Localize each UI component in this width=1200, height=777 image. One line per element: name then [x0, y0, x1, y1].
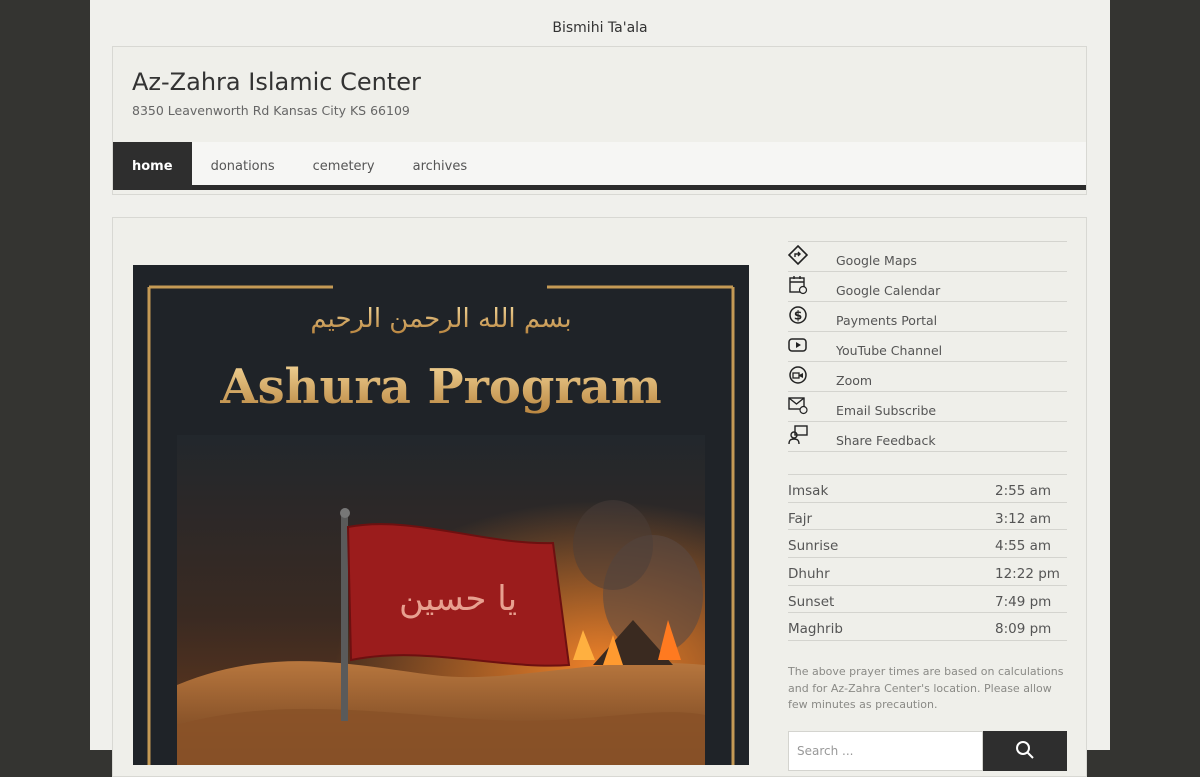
link-label: Google Maps	[836, 253, 917, 268]
prayer-row-dhuhr: Dhuhr 12:22 pm	[788, 558, 1067, 586]
prayer-name: Maghrib	[788, 621, 843, 638]
prayer-row-sunset: Sunset 7:49 pm	[788, 586, 1067, 614]
page: Bismihi Ta'ala Az-Zahra Islamic Center 8…	[90, 0, 1110, 777]
link-google-calendar[interactable]: Google Calendar	[788, 272, 1067, 302]
greeting-text: Bismihi Ta'ala	[552, 20, 648, 36]
prayer-time: 4:55 am	[995, 538, 1052, 555]
ashura-program-poster[interactable]: بسم الله الرحمن الرحيم Ashura Program يا…	[133, 265, 749, 765]
prayer-name: Dhuhr	[788, 566, 830, 583]
link-payments-portal[interactable]: $ Payments Portal	[788, 302, 1067, 332]
sidebar: Google Maps Google Calendar $ Payments P…	[788, 241, 1067, 771]
nav-item-home[interactable]: home	[113, 142, 192, 190]
link-label: YouTube Channel	[836, 343, 943, 358]
prayer-time: 8:09 pm	[995, 621, 1052, 638]
prayer-row-imsak: Imsak 2:55 am	[788, 475, 1067, 503]
email-icon	[788, 397, 808, 415]
quick-links-list: Google Maps Google Calendar $ Payments P…	[788, 241, 1067, 452]
link-zoom[interactable]: Zoom	[788, 362, 1067, 392]
prayer-name: Sunset	[788, 593, 835, 610]
prayer-name: Sunrise	[788, 538, 839, 555]
prayer-times-table: Imsak 2:55 am Fajr 3:12 am Sunrise 4:55 …	[788, 474, 1067, 642]
link-email-subscribe[interactable]: Email Subscribe	[788, 392, 1067, 422]
nav-item-cemetery[interactable]: cemetery	[294, 142, 394, 190]
link-label: Payments Portal	[836, 313, 938, 328]
prayer-row-maghrib: Maghrib 8:09 pm	[788, 613, 1067, 642]
prayer-row-fajr: Fajr 3:12 am	[788, 503, 1067, 531]
main-content: بسم الله الرحمن الرحيم Ashura Program يا…	[112, 217, 1087, 777]
feedback-icon	[788, 425, 808, 445]
prayer-time: 12:22 pm	[995, 566, 1060, 583]
map-directions-icon	[788, 245, 808, 265]
dollar-coin-icon: $	[789, 306, 807, 324]
prayer-time: 2:55 am	[995, 483, 1052, 499]
link-label: Google Calendar	[836, 283, 941, 298]
prayer-time: 7:49 pm	[995, 593, 1052, 610]
link-label: Share Feedback	[836, 433, 936, 448]
search-input[interactable]	[788, 731, 983, 771]
prayer-name: Imsak	[788, 483, 829, 499]
link-label: Email Subscribe	[836, 403, 937, 418]
prayer-times-note: The above prayer times are based on calc…	[788, 665, 1064, 712]
nav-item-donations[interactable]: donations	[192, 142, 294, 190]
site-address: 8350 Leavenworth Rd Kansas City KS 66109	[132, 103, 410, 118]
link-youtube-channel[interactable]: YouTube Channel	[788, 332, 1067, 362]
prayer-time: 3:12 am	[995, 510, 1052, 527]
link-google-maps[interactable]: Google Maps	[788, 242, 1067, 272]
site-header: Az-Zahra Islamic Center 8350 Leavenworth…	[112, 46, 1087, 195]
youtube-play-icon	[788, 338, 807, 352]
nav-item-archives[interactable]: archives	[394, 142, 487, 190]
search-form	[788, 731, 1067, 771]
site-title[interactable]: Az-Zahra Islamic Center	[132, 68, 421, 96]
zoom-camera-icon	[789, 366, 807, 384]
prayer-name: Fajr	[788, 510, 813, 527]
flag-calligraphy: يا حسين	[399, 579, 517, 619]
bismillah-calligraphy: بسم الله الرحمن الرحيم	[310, 304, 571, 334]
main-nav: home donations cemetery archives	[113, 142, 1086, 190]
search-button[interactable]	[983, 731, 1067, 771]
poster-title: Ashura Program	[219, 359, 661, 415]
prayer-row-sunrise: Sunrise 4:55 am	[788, 530, 1067, 559]
link-label: Zoom	[836, 373, 873, 388]
calendar-icon	[789, 276, 808, 295]
svg-text:$: $	[794, 309, 802, 323]
link-share-feedback[interactable]: Share Feedback	[788, 422, 1067, 452]
